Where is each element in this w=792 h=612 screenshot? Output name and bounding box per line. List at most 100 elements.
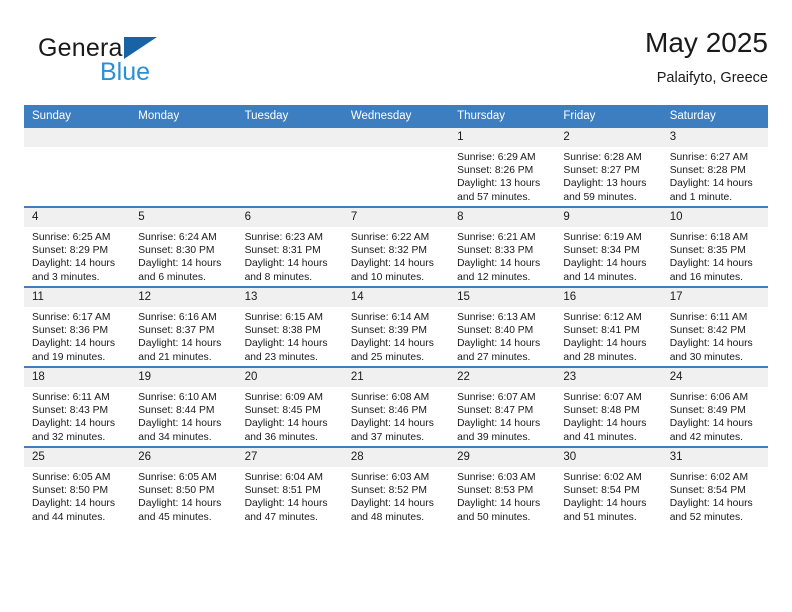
calendar-day-cell[interactable]: 30 Sunrise: 6:02 AM Sunset: 8:54 PM Dayligh… <box>555 446 662 526</box>
day-detail-line: Sunset: 8:31 PM <box>244 245 321 257</box>
day-detail-line: and 59 minutes. <box>563 191 637 203</box>
day-number: 5 <box>130 208 237 227</box>
day-detail-line: Sunrise: 6:02 AM <box>563 472 642 483</box>
calendar-day-cell[interactable]: 27 Sunrise: 6:04 AM Sunset: 8:51 PM Dayligh… <box>236 446 343 526</box>
day-detail-line: and 14 minutes. <box>563 271 637 283</box>
day-detail-line: Daylight: 14 hours <box>669 498 753 510</box>
day-number: 18 <box>24 368 131 387</box>
day-details: Sunrise: 6:05 AM Sunset: 8:50 PM Daylight:… <box>130 467 236 524</box>
day-detail-line: and 57 minutes. <box>457 191 531 203</box>
day-detail-line: Sunset: 8:47 PM <box>457 405 534 417</box>
calendar-week-row: 18 Sunrise: 6:11 AM Sunset: 8:43 PM Dayligh… <box>24 366 768 447</box>
day-details: Sunrise: 6:22 AM Sunset: 8:32 PM Daylight:… <box>343 227 449 284</box>
calendar-day-cell[interactable]: 23 Sunrise: 6:07 AM Sunset: 8:48 PM Dayligh… <box>555 366 662 447</box>
day-detail-line: and 12 minutes. <box>457 271 531 283</box>
day-detail-line: Daylight: 14 hours <box>669 258 753 270</box>
day-detail-line: Sunrise: 6:07 AM <box>563 392 642 403</box>
day-details: Sunrise: 6:27 AM Sunset: 8:28 PM Daylight:… <box>662 147 768 204</box>
calendar-day-cell[interactable]: 14 Sunrise: 6:14 AM Sunset: 8:39 PM Dayligh… <box>342 286 450 367</box>
calendar-day-cell[interactable]: 9 Sunrise: 6:19 AM Sunset: 8:34 PM Daylight… <box>555 206 662 287</box>
day-detail-line: Sunrise: 6:24 AM <box>138 232 217 243</box>
calendar-empty-cell <box>130 128 237 207</box>
calendar-day-cell[interactable]: 13 Sunrise: 6:15 AM Sunset: 8:38 PM Dayligh… <box>236 286 343 367</box>
day-detail-line: Sunset: 8:36 PM <box>32 325 109 337</box>
day-detail-line: Sunrise: 6:07 AM <box>457 392 536 403</box>
calendar-day-cell[interactable]: 21 Sunrise: 6:08 AM Sunset: 8:46 PM Dayligh… <box>342 366 450 447</box>
calendar-day-cell[interactable]: 18 Sunrise: 6:11 AM Sunset: 8:43 PM Dayligh… <box>24 366 131 447</box>
calendar-day-cell[interactable]: 16 Sunrise: 6:12 AM Sunset: 8:41 PM Dayligh… <box>555 286 662 367</box>
calendar-day-cell[interactable]: 25 Sunrise: 6:05 AM Sunset: 8:50 PM Dayligh… <box>24 446 131 526</box>
day-number: 3 <box>661 128 768 147</box>
calendar-day-cell[interactable]: 28 Sunrise: 6:03 AM Sunset: 8:52 PM Dayligh… <box>342 446 450 526</box>
calendar-day-cell[interactable]: 7 Sunrise: 6:22 AM Sunset: 8:32 PM Daylight… <box>342 206 450 287</box>
day-detail-line: Sunrise: 6:28 AM <box>563 152 642 163</box>
calendar-day-cell[interactable]: 22 Sunrise: 6:07 AM Sunset: 8:47 PM Dayligh… <box>449 366 556 447</box>
calendar-day-cell[interactable]: 20 Sunrise: 6:09 AM Sunset: 8:45 PM Dayligh… <box>236 366 343 447</box>
calendar-day-cell[interactable]: 4 Sunrise: 6:25 AM Sunset: 8:29 PM Daylight… <box>24 206 131 287</box>
day-detail-line: and 30 minutes. <box>669 351 743 363</box>
day-number <box>130 128 237 147</box>
day-detail-line: Daylight: 13 hours <box>457 178 541 190</box>
calendar-week-row: 25 Sunrise: 6:05 AM Sunset: 8:50 PM Dayligh… <box>24 446 768 526</box>
day-number <box>342 128 450 147</box>
day-number <box>24 128 131 147</box>
day-detail-line: Sunset: 8:37 PM <box>138 325 215 337</box>
day-detail-line: Sunset: 8:48 PM <box>563 405 640 417</box>
day-detail-line: Sunrise: 6:12 AM <box>563 312 642 323</box>
calendar-day-cell[interactable]: 10 Sunrise: 6:18 AM Sunset: 8:35 PM Dayligh… <box>661 206 768 287</box>
page-title: May 2025 <box>645 27 768 58</box>
day-details: Sunrise: 6:04 AM Sunset: 8:51 PM Daylight:… <box>237 467 343 524</box>
day-detail-line: Daylight: 14 hours <box>244 338 328 350</box>
calendar-day-cell[interactable]: 24 Sunrise: 6:06 AM Sunset: 8:49 PM Dayligh… <box>661 366 768 447</box>
day-detail-line: Daylight: 14 hours <box>457 418 541 430</box>
day-detail-line: and 1 minute. <box>669 191 733 203</box>
calendar-day-cell[interactable]: 1 Sunrise: 6:29 AM Sunset: 8:26 PM Daylight… <box>449 128 556 207</box>
calendar-day-cell[interactable]: 2 Sunrise: 6:28 AM Sunset: 8:27 PM Daylight… <box>555 128 662 207</box>
day-detail-line: and 36 minutes. <box>244 431 318 443</box>
day-number: 16 <box>555 288 662 307</box>
title-block: May 2025 Palaifyto, Greece <box>645 26 768 88</box>
day-detail-line: Daylight: 14 hours <box>32 498 115 510</box>
day-detail-line: Daylight: 14 hours <box>138 498 222 510</box>
calendar-day-cell[interactable]: 8 Sunrise: 6:21 AM Sunset: 8:33 PM Daylight… <box>449 206 556 287</box>
calendar-day-cell[interactable]: 31 Sunrise: 6:02 AM Sunset: 8:54 PM Dayligh… <box>661 446 768 526</box>
day-detail-line: Sunrise: 6:19 AM <box>563 232 642 243</box>
brand-logo[interactable]: General Blue <box>38 34 258 96</box>
day-number: 1 <box>449 128 556 147</box>
weekday-header-thursday: Thursday <box>449 105 556 128</box>
day-detail-line: and 25 minutes. <box>350 351 425 363</box>
calendar-day-cell[interactable]: 29 Sunrise: 6:03 AM Sunset: 8:53 PM Dayligh… <box>449 446 556 526</box>
day-number <box>236 128 343 147</box>
day-detail-line: Sunset: 8:44 PM <box>138 405 215 417</box>
day-detail-line: Sunset: 8:50 PM <box>32 485 109 497</box>
weekday-header-monday: Monday <box>130 105 237 128</box>
day-detail-line: Daylight: 14 hours <box>138 338 222 350</box>
day-number: 24 <box>661 368 768 387</box>
day-number: 17 <box>661 288 768 307</box>
day-detail-line: Sunrise: 6:17 AM <box>32 312 111 323</box>
calendar-day-cell[interactable]: 17 Sunrise: 6:11 AM Sunset: 8:42 PM Dayligh… <box>661 286 768 367</box>
day-number: 14 <box>342 288 450 307</box>
day-detail-line: Sunrise: 6:11 AM <box>32 392 110 403</box>
calendar-day-cell[interactable]: 3 Sunrise: 6:27 AM Sunset: 8:28 PM Daylight… <box>661 128 768 207</box>
day-details: Sunrise: 6:24 AM Sunset: 8:30 PM Daylight:… <box>130 227 236 284</box>
calendar-day-cell[interactable]: 15 Sunrise: 6:13 AM Sunset: 8:40 PM Dayligh… <box>449 286 556 367</box>
day-details <box>24 147 130 151</box>
day-detail-line: and 32 minutes. <box>32 431 106 443</box>
calendar-day-cell[interactable]: 5 Sunrise: 6:24 AM Sunset: 8:30 PM Daylight… <box>130 206 237 287</box>
day-detail-line: Sunset: 8:26 PM <box>457 165 534 177</box>
day-detail-line: Daylight: 14 hours <box>563 418 647 430</box>
day-number: 8 <box>449 208 556 227</box>
day-detail-line: Sunset: 8:41 PM <box>563 325 640 337</box>
calendar-day-cell[interactable]: 26 Sunrise: 6:05 AM Sunset: 8:50 PM Dayligh… <box>130 446 237 526</box>
day-detail-line: Sunset: 8:45 PM <box>244 405 321 417</box>
calendar-day-cell[interactable]: 12 Sunrise: 6:16 AM Sunset: 8:37 PM Dayligh… <box>130 286 237 367</box>
day-details: Sunrise: 6:07 AM Sunset: 8:47 PM Daylight:… <box>449 387 555 444</box>
day-detail-line: Sunset: 8:54 PM <box>669 485 746 497</box>
day-details <box>343 147 449 151</box>
calendar-day-cell[interactable]: 19 Sunrise: 6:10 AM Sunset: 8:44 PM Dayligh… <box>130 366 237 447</box>
day-detail-line: and 52 minutes. <box>669 511 743 523</box>
day-number: 13 <box>236 288 343 307</box>
calendar-day-cell[interactable]: 6 Sunrise: 6:23 AM Sunset: 8:31 PM Daylight… <box>236 206 343 287</box>
calendar-day-cell[interactable]: 11 Sunrise: 6:17 AM Sunset: 8:36 PM Dayligh… <box>24 286 131 367</box>
